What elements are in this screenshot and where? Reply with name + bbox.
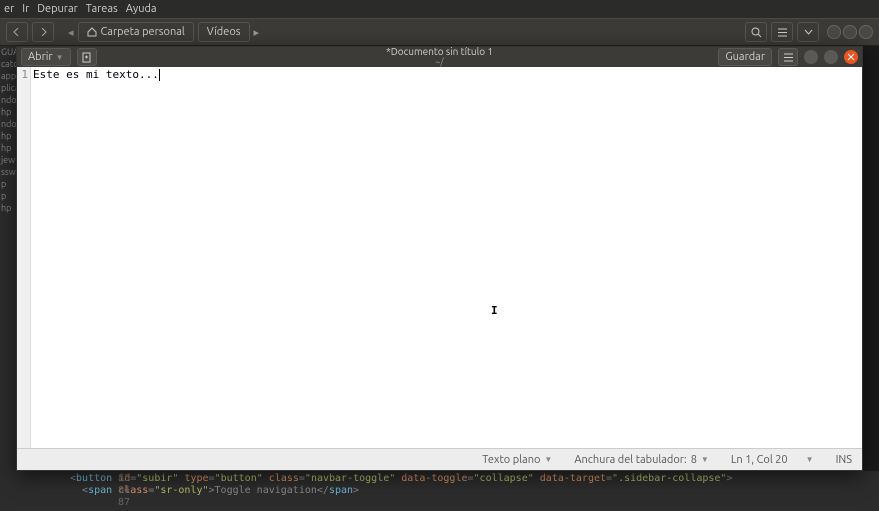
home-icon (87, 27, 97, 37)
files-window-controls (827, 25, 873, 39)
menu-item[interactable]: Tareas (86, 3, 118, 15)
cursor-position[interactable]: Ln 1, Col 20 ▼ (731, 454, 814, 466)
minimize-button[interactable] (827, 25, 841, 39)
forward-button[interactable] (32, 22, 54, 42)
position-label: Ln 1, Col 20 (731, 454, 788, 466)
chevron-down-icon: ▼ (806, 455, 814, 464)
close-icon (847, 53, 855, 61)
text-area[interactable]: Este es mi texto... I (31, 67, 862, 448)
breadcrumb-home[interactable]: Carpeta personal (78, 22, 194, 42)
list-icon (777, 27, 788, 38)
minimize-button[interactable] (804, 50, 818, 64)
menu-item[interactable]: Depurar (37, 3, 78, 15)
tab-width-label: Anchura del tabulador: (574, 454, 686, 466)
maximize-button[interactable] (824, 50, 838, 64)
editor-body: 1 Este es mi texto... I (17, 67, 862, 448)
close-button[interactable] (844, 50, 858, 64)
chevron-down-icon (804, 28, 813, 37)
hamburger-menu-button[interactable] (778, 48, 798, 66)
text-content: Este es mi texto... (33, 68, 159, 81)
save-button[interactable]: Guardar (718, 48, 772, 66)
background-code: 85<button id="subir" type="button" class… (0, 471, 879, 511)
breadcrumb-folder[interactable]: Vídeos (198, 22, 250, 42)
gedit-window: Abrir ▼ *Documento sin título 1 ~/ Guard… (16, 46, 863, 471)
syntax-selector[interactable]: Texto plano ▼ (482, 454, 552, 466)
background-sidebar: GUARDAcato appplica ndohp ndo hp hp jew … (0, 46, 16, 511)
breadcrumb-label: Vídeos (207, 26, 241, 38)
breadcrumb-label: Carpeta personal (101, 26, 185, 38)
line-gutter: 1 (17, 67, 31, 448)
status-bar: Texto plano ▼ Anchura del tabulador: 8 ▼… (17, 448, 862, 470)
menu-item[interactable]: Ir (22, 3, 29, 15)
menu-item[interactable]: er (4, 3, 14, 15)
tab-width-value: 8 (691, 454, 697, 466)
files-toolbar: ◂ Carpeta personal Vídeos ▸ (0, 18, 879, 46)
view-options-button[interactable] (797, 22, 819, 42)
save-label: Guardar (725, 51, 765, 63)
view-list-button[interactable] (771, 22, 793, 42)
tab-width-selector[interactable]: Anchura del tabulador: 8 ▼ (574, 454, 708, 466)
chevron-left-icon (13, 28, 21, 36)
text-cursor (159, 69, 160, 81)
ibeam-cursor-icon: I (491, 304, 498, 318)
search-icon (751, 27, 762, 38)
close-button[interactable] (859, 25, 873, 39)
app-menubar: er Ir Depurar Tareas Ayuda (0, 0, 879, 18)
path-root-chevron: ◂ (68, 26, 74, 39)
back-button[interactable] (6, 22, 28, 42)
chevron-down-icon: ▼ (701, 455, 709, 464)
chevron-right-icon (39, 28, 47, 36)
gedit-headerbar: Abrir ▼ *Documento sin título 1 ~/ Guard… (17, 47, 862, 67)
hamburger-icon (783, 52, 794, 63)
search-button[interactable] (745, 22, 767, 42)
menu-item[interactable]: Ayuda (126, 3, 157, 15)
line-number: 1 (17, 68, 28, 81)
insert-mode[interactable]: INS (836, 454, 852, 466)
insert-mode-label: INS (836, 454, 852, 466)
path-overflow-chevron[interactable]: ▸ (254, 26, 260, 39)
chevron-down-icon: ▼ (544, 455, 552, 464)
syntax-label: Texto plano (482, 454, 540, 466)
maximize-button[interactable] (843, 25, 857, 39)
